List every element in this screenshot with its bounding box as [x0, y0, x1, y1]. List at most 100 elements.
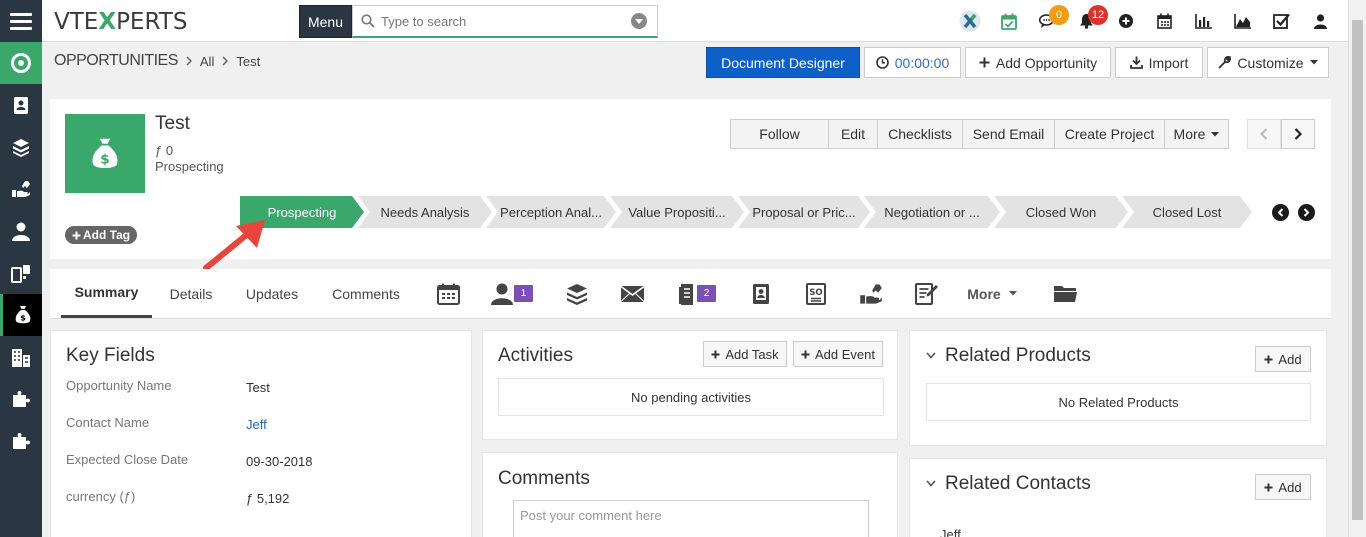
devices-icon [11, 264, 30, 283]
bell-icon[interactable]: 12 [1067, 0, 1108, 42]
menu-button[interactable]: Menu [299, 5, 352, 38]
add-contact-button[interactable]: Add [1255, 474, 1311, 500]
edit-button[interactable]: Edit [828, 119, 878, 149]
plus-icon [801, 350, 810, 358]
document-icon [679, 283, 693, 305]
user-profile-icon[interactable] [1301, 0, 1340, 42]
search-dropdown-icon[interactable] [631, 13, 647, 29]
sidebar-item-services[interactable] [0, 168, 42, 210]
search-icon [361, 14, 375, 28]
tab-notes-icon[interactable] [912, 269, 942, 318]
previous-record-button[interactable] [1247, 119, 1281, 149]
document-designer-button[interactable]: Document Designer [706, 47, 860, 78]
import-button[interactable]: Import [1115, 47, 1203, 78]
calendar-icon[interactable] [1145, 0, 1184, 42]
add-product-button[interactable]: Add [1255, 346, 1311, 372]
stage-closed-lost[interactable]: Closed Lost [1122, 196, 1252, 228]
area-chart-icon[interactable] [1223, 0, 1262, 42]
tab-folder-icon[interactable] [1050, 269, 1080, 318]
follow-button[interactable]: Follow [730, 119, 829, 149]
timer-button[interactable]: 00:00:00 [864, 47, 961, 78]
field-value-currency[interactable]: ƒ 5,192 [246, 491, 289, 506]
chevron-down-icon[interactable] [926, 352, 936, 359]
search-input[interactable] [375, 13, 631, 29]
add-event-button[interactable]: Add Event [793, 341, 883, 367]
breadcrumb-module[interactable]: OPPORTUNITIES [54, 52, 178, 70]
tab-comments[interactable]: Comments [322, 269, 410, 318]
money-bag-icon: $ [15, 306, 30, 324]
sidebar-item-contacts-book[interactable] [0, 84, 42, 126]
checklists-button[interactable]: Checklists [877, 119, 963, 149]
stage-closed-won[interactable]: Closed Won [994, 196, 1128, 228]
stage-needs-analysis[interactable]: Needs Analysis [358, 196, 492, 228]
field-label-opportunity-name: Opportunity Name [66, 378, 172, 393]
tab-summary[interactable]: Summary [61, 269, 152, 318]
tab-email-icon[interactable] [617, 269, 647, 318]
key-fields-title: Key Fields [66, 345, 155, 366]
stage-scroll-right-icon[interactable] [1298, 204, 1315, 221]
tab-calendar-icon[interactable] [433, 269, 463, 318]
sidebar-item-products[interactable] [0, 126, 42, 168]
top-icons: 0 12 [950, 0, 1340, 42]
breadcrumb-filter[interactable]: All [200, 54, 214, 69]
tab-details[interactable]: Details [160, 269, 222, 318]
chat-icon[interactable]: 0 [1028, 0, 1069, 42]
send-email-button[interactable]: Send Email [962, 119, 1055, 149]
sidebar-item-opportunities[interactable]: $ [0, 294, 42, 336]
add-opportunity-button[interactable]: Add Opportunity [965, 47, 1111, 78]
global-search[interactable] [352, 5, 658, 38]
chevron-right-icon [186, 56, 192, 66]
tab-sales-order-icon[interactable]: SO [801, 269, 831, 318]
tab-updates[interactable]: Updates [236, 269, 308, 318]
sidebar-item-extension-1[interactable] [0, 378, 42, 420]
stage-perception-analysis[interactable]: Perception Anal... [486, 196, 616, 228]
tab-more[interactable]: More [962, 269, 1022, 318]
checkbox-icon[interactable] [1262, 0, 1301, 42]
bar-chart-icon[interactable] [1184, 0, 1223, 42]
more-actions-button[interactable]: More [1164, 119, 1229, 149]
activities-title: Activities [498, 345, 573, 366]
related-contacts-panel: Related Contacts Add Jeff [909, 458, 1327, 537]
user-icon [491, 283, 513, 305]
comments-title: Comments [498, 468, 590, 489]
customize-button[interactable]: Customize [1207, 47, 1329, 78]
user-icon [12, 222, 30, 241]
plus-icon [711, 350, 720, 358]
field-value-expected-close-date[interactable]: 09-30-2018 [246, 454, 313, 469]
chevron-down-icon[interactable] [926, 480, 936, 487]
related-contact-item[interactable]: Jeff [940, 527, 961, 537]
stage-value-proposition[interactable]: Value Propositi... [610, 196, 744, 228]
comment-input[interactable]: Post your comment here [513, 500, 869, 537]
tab-documents[interactable]: 2 [674, 269, 720, 318]
sidebar-item-organizations[interactable] [0, 336, 42, 378]
app-logo[interactable]: VTEXPERTS [54, 9, 187, 35]
stage-negotiation-review[interactable]: Negotiation or ... [864, 196, 1000, 228]
tab-services-icon[interactable] [856, 269, 886, 318]
field-value-contact-name[interactable]: Jeff [246, 417, 267, 432]
svg-text:$: $ [20, 314, 26, 323]
add-task-button[interactable]: Add Task [703, 341, 787, 367]
tab-contacts[interactable]: 1 [489, 269, 535, 318]
stage-proposal-price-quote[interactable]: Proposal or Pric... [738, 196, 870, 228]
create-project-button[interactable]: Create Project [1054, 119, 1165, 149]
scrollbar-thumb[interactable] [1352, 20, 1363, 520]
sidebar-item-home[interactable] [0, 42, 42, 84]
field-value-opportunity-name[interactable]: Test [246, 380, 270, 395]
add-tag-button[interactable]: Add Tag [65, 226, 138, 244]
no-activities-message: No pending activities [498, 378, 884, 416]
page-scrollbar[interactable] [1348, 0, 1366, 537]
tab-address-book-icon[interactable] [746, 269, 776, 318]
sidebar-item-people[interactable] [0, 210, 42, 252]
calendar-check-icon[interactable] [989, 0, 1028, 42]
stage-scroll-left-icon[interactable] [1272, 204, 1289, 221]
sidebar-item-extension-2[interactable] [0, 420, 42, 462]
module-sidebar: $ [0, 42, 42, 537]
next-record-button[interactable] [1281, 119, 1315, 149]
plus-icon [72, 231, 81, 239]
hamburger-menu-icon[interactable] [0, 0, 42, 42]
sidebar-item-devices[interactable] [0, 252, 42, 294]
add-circle-icon[interactable] [1106, 0, 1145, 42]
activities-panel: Activities Add Task Add Event No pending… [482, 330, 898, 440]
vtexperts-x-icon[interactable] [950, 0, 989, 42]
tab-products-icon[interactable] [562, 269, 592, 318]
